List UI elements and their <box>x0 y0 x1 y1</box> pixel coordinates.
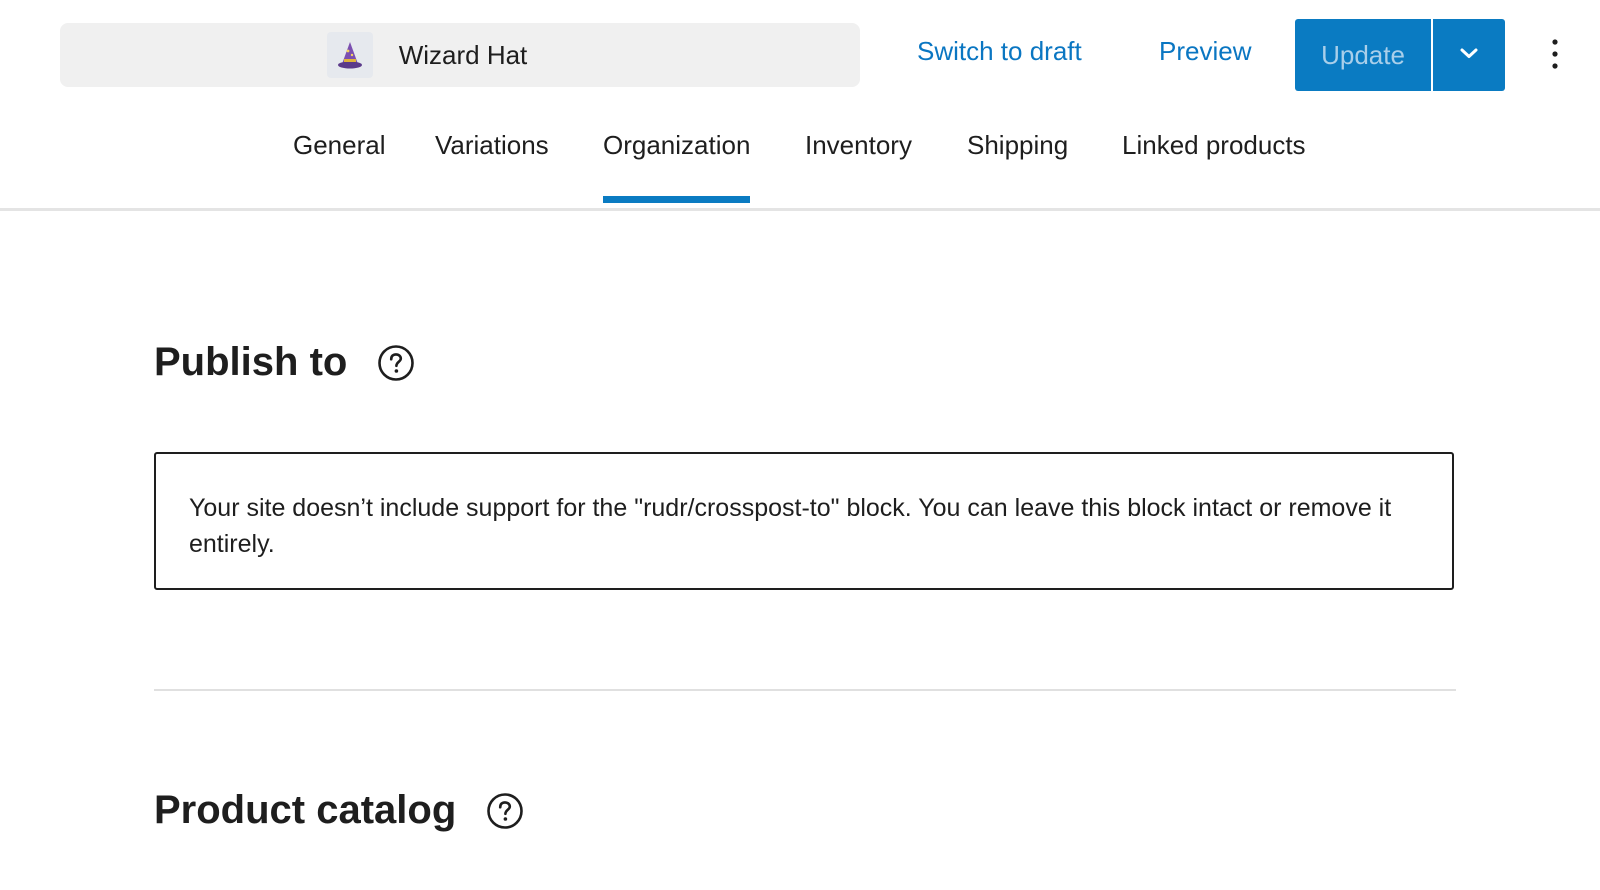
wizard-hat-icon <box>326 32 373 78</box>
tab-organization[interactable]: Organization <box>603 130 751 203</box>
unsupported-block-notice: Your site doesn’t include support for th… <box>154 452 1454 590</box>
publish-to-section-heading: Publish to <box>154 340 415 385</box>
vertical-ellipsis-icon <box>1551 38 1559 75</box>
product-title-bar[interactable]: Wizard Hat <box>60 23 860 87</box>
tab-inventory[interactable]: Inventory <box>805 130 912 189</box>
section-divider <box>154 689 1456 691</box>
unsupported-block-message: Your site doesn’t include support for th… <box>189 494 1392 558</box>
product-catalog-section-heading: Product catalog <box>154 788 524 833</box>
product-name: Wizard Hat <box>398 39 528 70</box>
help-icon[interactable] <box>486 792 524 830</box>
switch-to-draft-button[interactable]: Switch to draft <box>917 36 1082 67</box>
publish-to-title: Publish to <box>154 340 348 384</box>
tab-general[interactable]: General <box>293 130 386 189</box>
tab-shipping[interactable]: Shipping <box>967 130 1068 189</box>
help-icon[interactable] <box>377 344 415 382</box>
tab-variations[interactable]: Variations <box>435 130 549 189</box>
update-button[interactable]: Update <box>1295 19 1431 91</box>
product-tabs: General Variations Organization Inventor… <box>0 108 1600 211</box>
preview-button[interactable]: Preview <box>1159 36 1251 67</box>
chevron-down-icon <box>1457 41 1481 70</box>
update-options-toggle[interactable] <box>1433 19 1505 91</box>
update-button-group: Update <box>1295 19 1505 91</box>
product-editor: Wizard Hat Switch to draft Preview Updat… <box>0 0 1600 890</box>
tab-linked-products[interactable]: Linked products <box>1122 130 1306 189</box>
more-options-button[interactable] <box>1540 36 1570 76</box>
product-catalog-title: Product catalog <box>154 788 457 832</box>
